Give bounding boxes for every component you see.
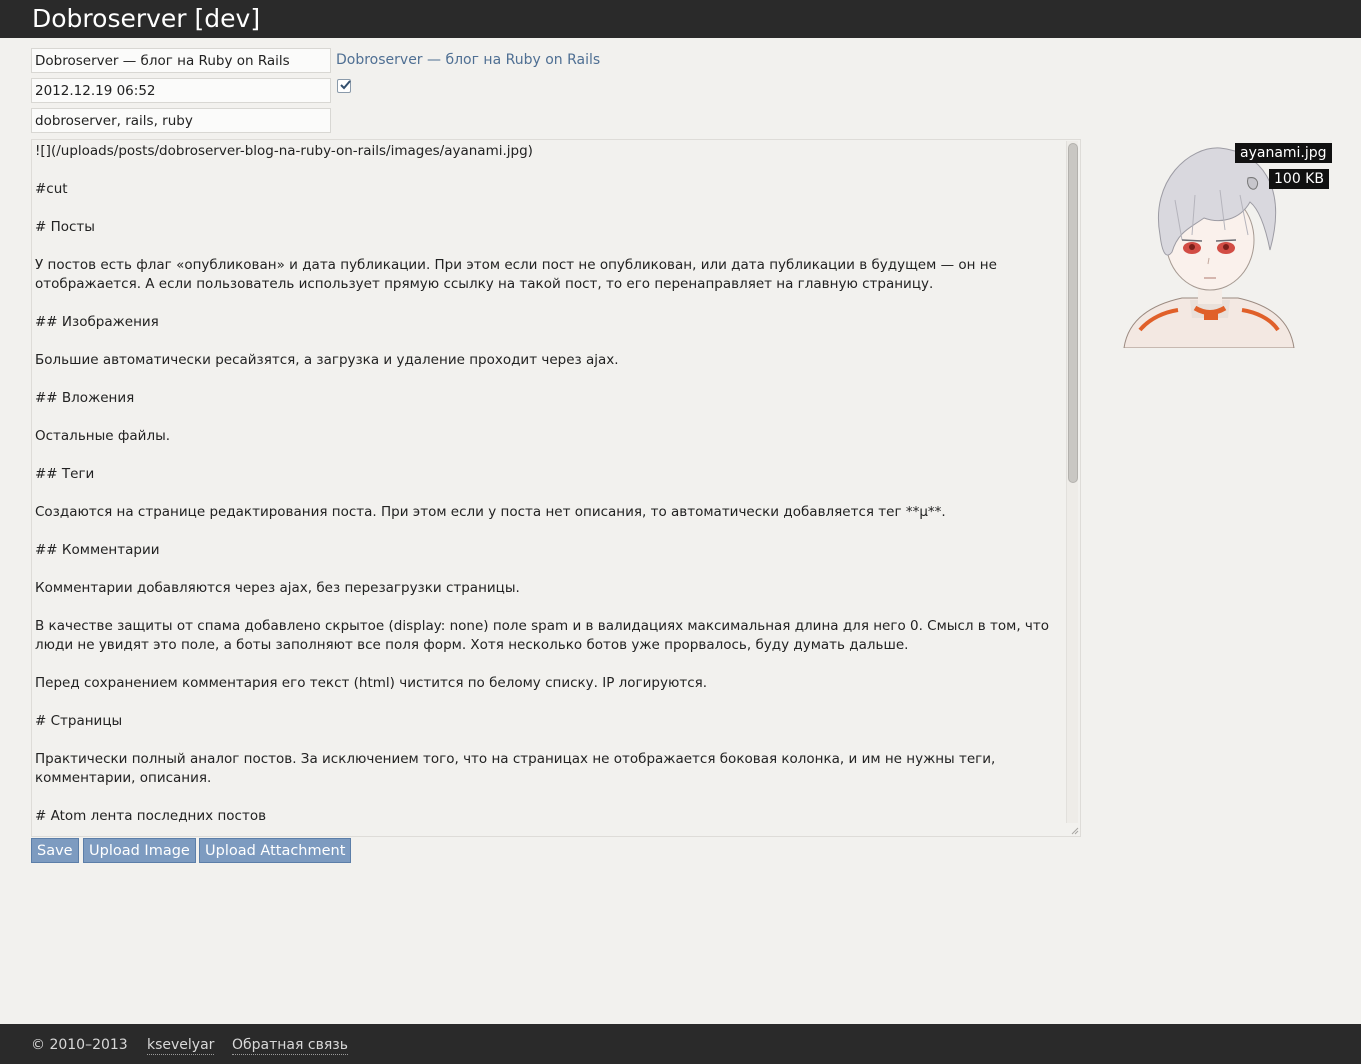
image-filename-label: ayanami.jpg xyxy=(1235,143,1332,163)
footer: © 2010–2013 ksevelyar Обратная связь xyxy=(0,1024,1361,1064)
upload-attachment-button[interactable]: Upload Attachment xyxy=(199,838,352,863)
site-title[interactable]: Dobroserver [dev] xyxy=(32,3,260,35)
published-checkbox[interactable] xyxy=(337,79,351,93)
feedback-link[interactable]: Обратная связь xyxy=(232,1036,348,1055)
editor-scrollbar[interactable] xyxy=(1066,141,1078,823)
check-icon xyxy=(340,80,351,90)
image-size-label: 100 KB xyxy=(1269,169,1329,189)
post-body-textarea[interactable]: ![](/uploads/posts/dobroserver-blog-na-r… xyxy=(32,140,1080,836)
copyright-text: © 2010–2013 xyxy=(31,1037,128,1053)
post-body-editor: ![](/uploads/posts/dobroserver-blog-na-r… xyxy=(31,139,1081,837)
save-button[interactable]: Save xyxy=(31,838,79,863)
title-input[interactable] xyxy=(31,48,331,73)
resize-grip-icon[interactable] xyxy=(1069,825,1079,835)
top-bar: Dobroserver [dev] xyxy=(0,0,1361,38)
date-input[interactable] xyxy=(31,78,331,103)
tags-input[interactable] xyxy=(31,108,331,133)
upload-image-button[interactable]: Upload Image xyxy=(83,838,196,863)
author-link[interactable]: ksevelyar xyxy=(147,1036,215,1055)
editor-scrollbar-thumb[interactable] xyxy=(1068,143,1078,483)
post-title-link[interactable]: Dobroserver — блог на Ruby on Rails xyxy=(336,51,600,69)
